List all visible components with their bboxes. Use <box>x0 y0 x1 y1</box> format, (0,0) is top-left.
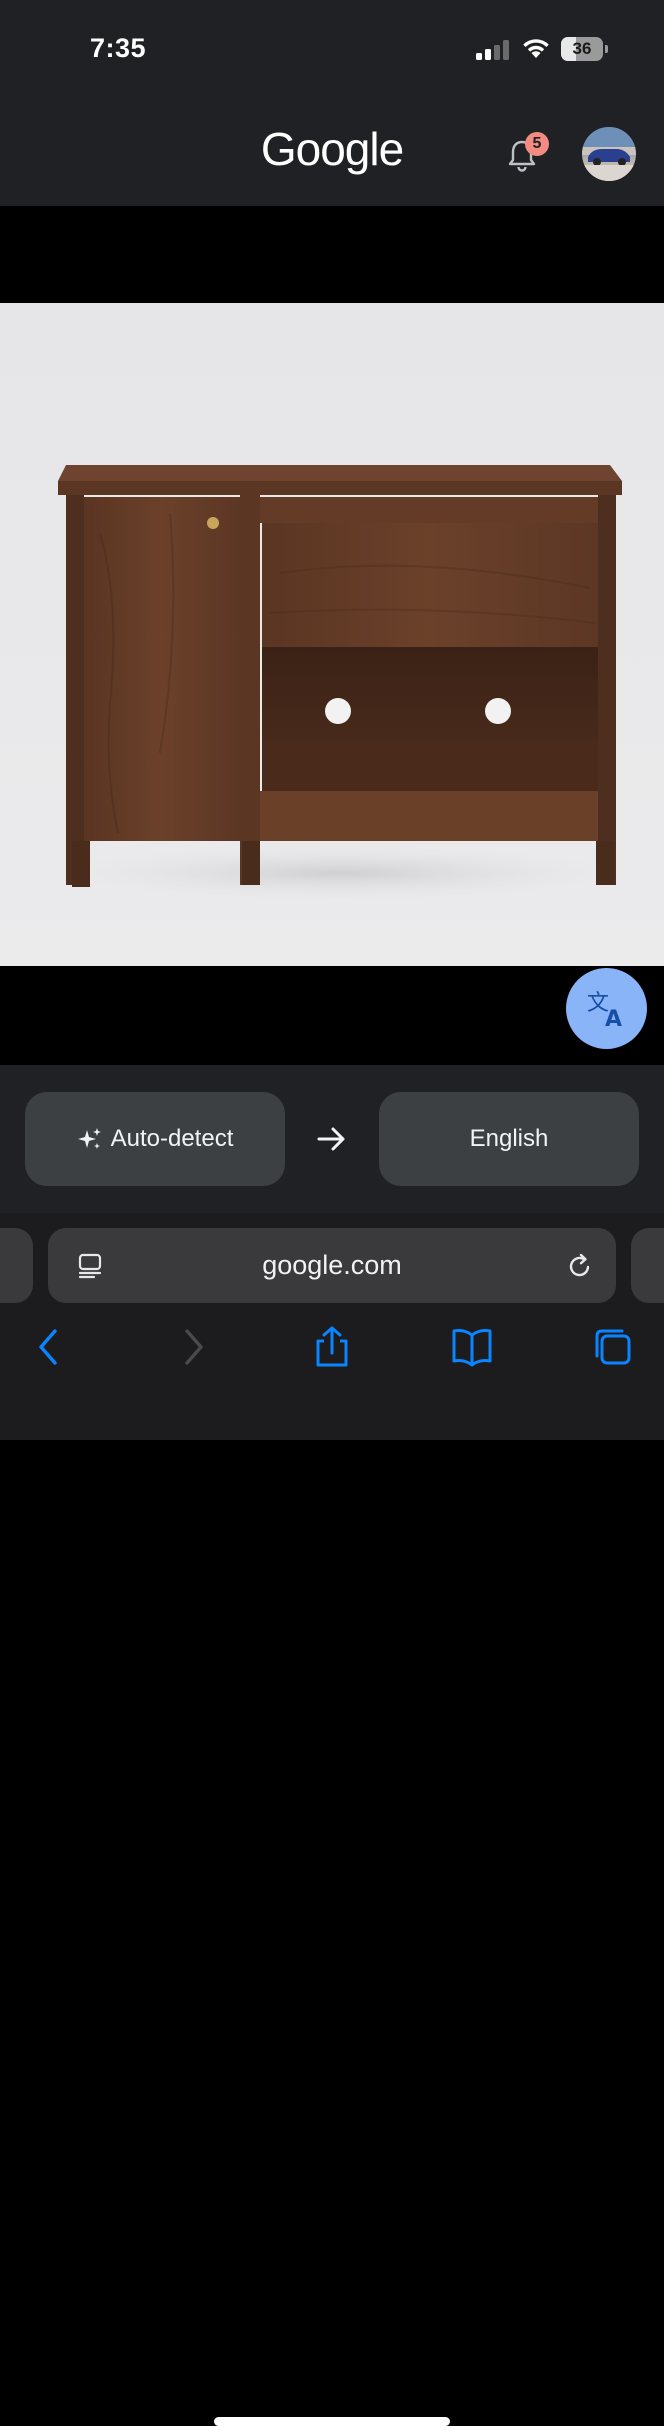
avatar[interactable] <box>582 127 636 181</box>
cellular-signal-icon <box>476 40 509 60</box>
battery-percent: 36 <box>572 39 592 58</box>
target-language-label: English <box>469 1125 549 1152</box>
reload-icon[interactable] <box>566 1252 594 1280</box>
google-header: Google 5 <box>0 100 664 206</box>
battery-icon: 36 <box>561 37 611 61</box>
address-text: google.com <box>262 1250 402 1280</box>
status-bar: 7:35 36 <box>0 0 664 100</box>
wifi-icon <box>523 39 549 58</box>
sparkle-icon <box>77 1128 101 1149</box>
translate-icon: 文 A <box>587 991 622 1030</box>
translate-button[interactable]: 文 A <box>566 968 647 1049</box>
page-spacer <box>0 206 664 302</box>
status-time: 7:35 <box>90 33 147 63</box>
address-bar[interactable]: google.com <box>48 1228 616 1303</box>
source-language-button[interactable]: Auto-detect <box>25 1092 285 1186</box>
google-logo[interactable]: Google <box>0 122 664 176</box>
translate-language-bar: Auto-detect English <box>0 1065 664 1213</box>
back-icon[interactable] <box>27 1325 71 1369</box>
next-tab-preview[interactable] <box>631 1228 664 1303</box>
previous-tab-preview[interactable] <box>0 1228 33 1303</box>
browser-toolbar: google.com <box>0 1213 664 2426</box>
arrow-right-icon[interactable] <box>316 1125 348 1153</box>
home-indicator <box>214 2417 450 2426</box>
share-icon[interactable] <box>310 1325 354 1369</box>
notification-badge: 5 <box>525 132 549 156</box>
forward-icon[interactable] <box>171 1325 215 1369</box>
bookmarks-icon[interactable] <box>450 1325 494 1369</box>
svg-text:A: A <box>605 1007 622 1030</box>
target-language-button[interactable]: English <box>379 1092 639 1186</box>
product-image[interactable] <box>0 303 664 966</box>
tabs-icon[interactable] <box>591 1325 635 1369</box>
source-language-label: Auto-detect <box>110 1125 234 1152</box>
